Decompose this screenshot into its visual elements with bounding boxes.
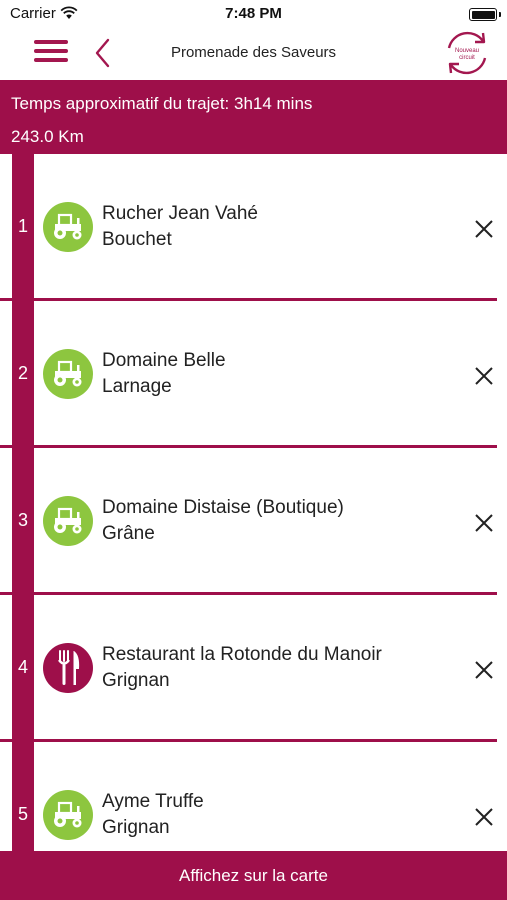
list-item[interactable]: 2 Domaine Belle Larnage (0, 301, 507, 448)
list-item[interactable]: 3 Domaine Distaise (Boutique) Grâne (0, 448, 507, 595)
tractor-icon (43, 790, 93, 840)
close-icon[interactable] (473, 218, 495, 240)
tractor-icon (43, 496, 93, 546)
fork-knife-icon (43, 643, 93, 693)
stop-city: Larnage (102, 376, 172, 397)
stop-city: Grignan (102, 817, 170, 838)
stop-name: Restaurant la Rotonde du Manoir (102, 644, 382, 665)
list-item[interactable]: 4 Restaurant la Rotonde du Manoir Grigna… (0, 595, 507, 742)
battery-tip (499, 12, 501, 17)
stops-list[interactable]: 1 Rucher Jean Vahé Bouchet 2 Domaine Bel… (0, 154, 507, 851)
tractor-icon (43, 349, 93, 399)
stop-city: Grâne (102, 523, 155, 544)
stop-number: 1 (17, 216, 28, 236)
nav-bar: Promenade des Saveurs Nouveau circuit (0, 28, 507, 80)
stop-city: Bouchet (102, 229, 172, 250)
show-on-map-button[interactable]: Affichez sur la carte (0, 851, 507, 900)
close-icon[interactable] (473, 512, 495, 534)
stop-name: Rucher Jean Vahé (102, 203, 258, 224)
stop-name: Domaine Belle (102, 350, 226, 371)
status-bar: Carrier 7:48 PM (0, 0, 507, 28)
new-circuit-refresh-icon[interactable]: Nouveau circuit (441, 28, 493, 78)
new-circuit-text-1: Nouveau (455, 48, 479, 54)
stop-number: 4 (17, 657, 28, 677)
trip-duration: Temps approximatif du trajet: 3h14 mins (11, 94, 313, 113)
clock: 7:48 PM (225, 5, 282, 22)
page-title: Promenade des Saveurs (170, 44, 337, 61)
list-item[interactable]: 1 Rucher Jean Vahé Bouchet (0, 154, 507, 301)
stop-name: Domaine Distaise (Boutique) (102, 497, 344, 518)
stop-city: Grignan (102, 670, 170, 691)
trip-distance: 243.0 Km (11, 127, 84, 146)
stop-number: 2 (17, 363, 28, 383)
list-item[interactable]: 5 Ayme Truffe Grignan (0, 742, 507, 851)
trip-summary: Temps approximatif du trajet: 3h14 mins … (0, 80, 507, 154)
tractor-icon (43, 202, 93, 252)
new-circuit-text-2: circuit (459, 55, 475, 61)
stop-name: Ayme Truffe (102, 791, 204, 812)
battery-icon (469, 8, 497, 21)
close-icon[interactable] (473, 365, 495, 387)
close-icon[interactable] (473, 659, 495, 681)
stop-number: 3 (17, 510, 28, 530)
close-icon[interactable] (473, 806, 495, 828)
stop-number: 5 (17, 804, 28, 824)
